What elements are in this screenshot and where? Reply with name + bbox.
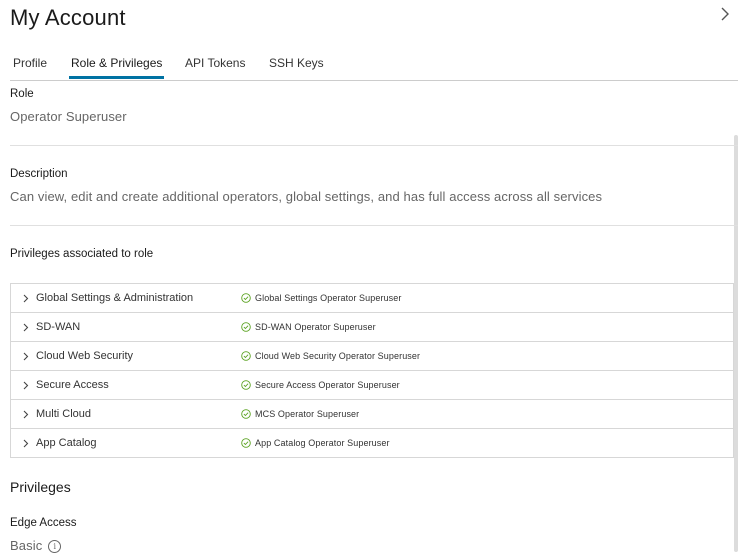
tab-api-tokens[interactable]: API Tokens	[185, 56, 245, 79]
role-label: Role	[10, 88, 34, 100]
check-circle-icon	[241, 322, 251, 332]
chevron-right-icon	[23, 381, 29, 390]
check-circle-icon	[241, 293, 251, 303]
check-circle-icon	[241, 409, 251, 419]
description-label: Description	[10, 168, 68, 180]
privilege-name: Global Settings & Administration	[36, 292, 194, 304]
privileges-associated-label: Privileges associated to role	[10, 248, 154, 260]
privilege-row-multi-cloud[interactable]: Multi Cloud MCS Operator Superuser	[11, 400, 733, 429]
privilege-status: App Catalog Operator Superuser	[255, 438, 390, 448]
chevron-right-icon	[23, 323, 29, 332]
check-circle-icon	[241, 438, 251, 448]
chevron-right-icon	[23, 294, 29, 303]
page-header: My Account	[10, 5, 738, 35]
role-privileges-panel: Role Operator Superuser Description Can …	[10, 80, 738, 553]
privileges-section-title: Privileges	[10, 479, 71, 495]
privilege-status: Cloud Web Security Operator Superuser	[255, 351, 421, 361]
edge-access-value: Basic	[10, 538, 43, 553]
divider	[10, 225, 738, 226]
privilege-name: Secure Access	[36, 379, 109, 391]
privilege-status: Global Settings Operator Superuser	[255, 293, 402, 303]
edge-access-label: Edge Access	[10, 517, 77, 529]
page-title: My Account	[10, 5, 126, 30]
tab-ssh-keys[interactable]: SSH Keys	[269, 56, 324, 79]
account-tabs: Profile Role & Privileges API Tokens SSH…	[10, 56, 738, 81]
privileges-table: Global Settings & Administration Global …	[10, 283, 734, 458]
chevron-right-icon	[23, 439, 29, 448]
privilege-status: SD-WAN Operator Superuser	[255, 322, 376, 332]
privilege-row-sd-wan[interactable]: SD-WAN SD-WAN Operator Superuser	[11, 313, 733, 342]
privilege-row-global-settings[interactable]: Global Settings & Administration Global …	[11, 284, 733, 313]
tab-role-privileges[interactable]: Role & Privileges	[69, 56, 165, 79]
privilege-name: SD-WAN	[36, 321, 81, 333]
edge-access-value-row: Basic i	[10, 538, 62, 553]
tab-profile[interactable]: Profile	[13, 56, 47, 79]
privilege-name: App Catalog	[36, 437, 97, 449]
info-icon[interactable]: i	[48, 540, 62, 553]
privilege-status: MCS Operator Superuser	[255, 409, 360, 419]
check-circle-icon	[241, 380, 251, 390]
privilege-name: Cloud Web Security	[36, 350, 134, 362]
chevron-right-icon[interactable]	[718, 6, 732, 22]
privilege-name: Multi Cloud	[36, 408, 92, 420]
privilege-row-app-catalog[interactable]: App Catalog App Catalog Operator Superus…	[11, 429, 733, 457]
privilege-row-secure-access[interactable]: Secure Access Secure Access Operator Sup…	[11, 371, 733, 400]
chevron-right-icon	[23, 352, 29, 361]
description-value: Can view, edit and create additional ope…	[10, 189, 603, 204]
role-value: Operator Superuser	[10, 109, 127, 124]
privilege-row-cloud-web-security[interactable]: Cloud Web Security Cloud Web Security Op…	[11, 342, 733, 371]
check-circle-icon	[241, 351, 251, 361]
divider	[10, 145, 738, 146]
privilege-status: Secure Access Operator Superuser	[255, 380, 400, 390]
chevron-right-icon	[23, 410, 29, 419]
